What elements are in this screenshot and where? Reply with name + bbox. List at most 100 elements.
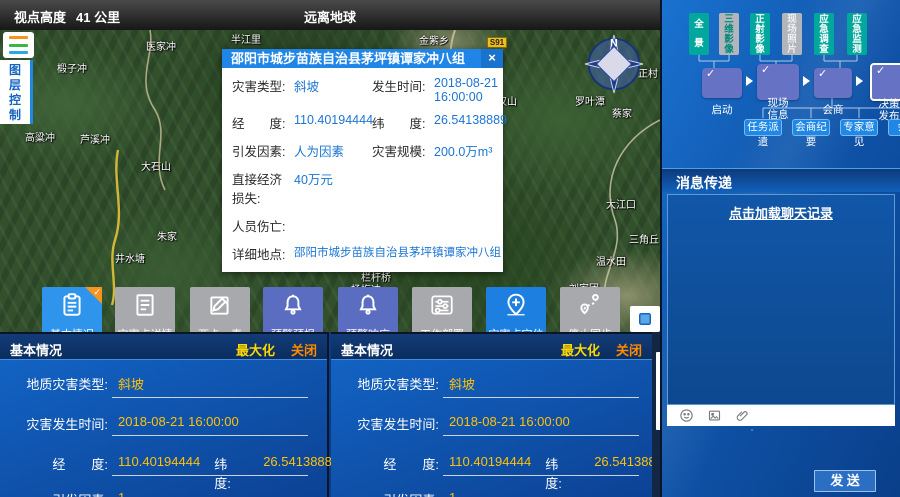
map-place-label: 蔡家 — [612, 105, 632, 120]
menu-hamburger-button[interactable] — [3, 32, 34, 58]
layer-tag-emergency-survey[interactable]: 应 急 调 查 — [814, 13, 834, 55]
basic-info-panel: 基本情况 最大化 关闭 地质灾害类型:斜坡 灾害发生时间:2018-08-21 … — [331, 332, 652, 497]
emoji-icon[interactable] — [679, 408, 694, 423]
flow-node-label: 现场 信息 — [768, 97, 789, 121]
toolbar-warning-forecast-button[interactable]: 预警预报 — [263, 287, 323, 332]
field-label: 地质灾害类型: — [331, 374, 439, 393]
close-button[interactable]: 关闭 — [616, 340, 642, 359]
map-place-label: 椴子冲 — [57, 60, 87, 75]
send-button[interactable]: 发 送 — [814, 470, 876, 492]
toolbar-form-button[interactable]: 两卡一表 — [190, 287, 250, 332]
layer-control-button[interactable]: 图 层 控 制 — [0, 60, 33, 124]
flow-node-start[interactable]: ✓ 启动 — [702, 68, 742, 98]
field-value: 1 — [449, 490, 456, 497]
map-place-label: 半江里 — [231, 31, 261, 46]
flow-arrow-icon — [746, 76, 753, 86]
basic-info-panel: 基本情况 最大化 关闭 地质灾害类型:斜坡 灾害发生时间:2018-08-21 … — [0, 332, 329, 497]
toolbar-warning-response-button[interactable]: 预警响应 — [338, 287, 398, 332]
maximize-button[interactable]: 最大化 — [236, 340, 275, 359]
field-value: 110.40194444 — [294, 113, 372, 127]
field-underline — [443, 397, 639, 398]
panel-body: 地质灾害类型:斜坡 灾害发生时间:2018-08-21 16:00:00 经 度… — [331, 360, 652, 497]
toolbar-stop-sync-button[interactable]: 停止同步 — [560, 287, 620, 332]
edit-icon — [207, 292, 233, 318]
task-dispatch-button[interactable]: 任务派遣 — [744, 119, 782, 136]
popup-close-button[interactable]: × — [481, 49, 503, 68]
compass-rose[interactable]: N — [583, 33, 645, 95]
field-value: 人为因素 — [294, 141, 372, 160]
field-label: 人员伤亡: — [232, 216, 294, 235]
task-consult-button[interactable]: 会商 — [888, 119, 900, 136]
panel-header: 基本情况 最大化 关闭 — [0, 334, 327, 360]
panel-header: 基本情况 最大化 关闭 — [331, 334, 652, 360]
panel-body: 地质灾害类型:斜坡 灾害发生时间:2018-08-21 16:00:00 经 度… — [0, 360, 327, 497]
check-icon: ✓ — [876, 65, 885, 77]
layer-tag-panorama[interactable]: 全 景 — [689, 13, 709, 55]
close-button[interactable]: 关闭 — [291, 340, 317, 359]
attachment-icon[interactable] — [735, 408, 750, 423]
toolbar-extent-button[interactable] — [630, 306, 660, 332]
field-value: 邵阳市城步苗族自治县茅坪镇谭家冲八组 — [294, 244, 501, 260]
hamburger-bar — [9, 51, 28, 54]
field-label: 纬 度: — [214, 454, 253, 492]
toolbar-settings-button[interactable]: 工作部署 — [412, 287, 472, 332]
blue-square-icon — [636, 310, 654, 328]
chat-toolbar — [667, 405, 895, 426]
task-expert-opinion-button[interactable]: 专家意见 — [840, 119, 878, 136]
field-label: 经 度: — [232, 113, 294, 132]
toolbar-disaster-detail-button[interactable]: 灾害点详情 — [115, 287, 175, 332]
document-icon — [132, 292, 158, 318]
field-label: 灾害类型: — [232, 76, 294, 95]
flow-node-decision-publish[interactable]: ✓ 决策 发布 — [870, 63, 900, 101]
field-underline — [112, 475, 308, 476]
map-place-label: 罗叶潭 — [575, 93, 605, 108]
check-badge-icon: ✓ — [85, 287, 102, 304]
field-underline — [112, 397, 308, 398]
map-canvas[interactable]: 椴子冲医家冲半江里金紫乡高粱冲芦溪冲正村罗叶潭蔡家罗汉山大石山朱家井水塘茅坪里栏… — [0, 30, 660, 332]
map-place-label: 温水田 — [596, 253, 626, 268]
field-value: 26.54138889 — [434, 113, 507, 127]
flow-node-consultation[interactable]: ✓ 会商 — [814, 68, 852, 98]
field-value: 斜坡 — [118, 374, 144, 393]
flow-node-site-info[interactable]: ✓ 现场 信息 — [757, 64, 799, 100]
field-label: 发生时间: — [372, 76, 434, 95]
field-label: 经 度: — [331, 454, 439, 492]
message-section-header: 消息传递 — [662, 168, 900, 192]
field-label: 经 度: — [0, 454, 108, 492]
map-place-label: 芦溪冲 — [80, 131, 110, 146]
maximize-button[interactable]: 最大化 — [561, 340, 600, 359]
task-minutes-button[interactable]: 会商纪要 — [792, 119, 830, 136]
field-label: 详细地点: — [232, 244, 294, 263]
field-label: 直接经济损失: — [232, 169, 294, 207]
image-icon[interactable] — [707, 408, 722, 423]
layer-tag-ortho-image[interactable]: 正 射 影 像 — [750, 13, 770, 55]
field-underline — [443, 435, 639, 436]
field-value: 110.40194444 — [118, 454, 200, 492]
viewpoint-height-label: 视点高度 — [14, 7, 66, 26]
load-chat-history-link[interactable]: 点击加载聊天记录 — [668, 203, 894, 222]
compass-north-label: N — [610, 38, 618, 50]
check-icon: ✓ — [706, 68, 715, 80]
map-place-label: 大江口 — [606, 196, 636, 211]
map-place-label: 三角丘 — [629, 231, 659, 246]
layer-tag-3d-image[interactable]: 三 维 影 像 — [719, 13, 739, 55]
earth-status-label: 远离地球 — [304, 7, 356, 26]
field-value: 200.0万m³ — [434, 141, 492, 160]
map-place-label: 医家冲 — [146, 38, 176, 53]
field-value: 斜坡 — [294, 76, 372, 95]
field-value: 110.40194444 — [449, 454, 531, 492]
layer-tag-site-photo[interactable]: 现 场 照 片 — [782, 13, 802, 55]
field-value: 斜坡 — [449, 374, 475, 393]
toolbar-locate-disaster-button[interactable]: 灾害点定位 — [486, 287, 546, 332]
location-pin-icon — [503, 292, 529, 318]
popup-title-bar: 邵阳市城步苗族自治县茅坪镇谭家冲八组 × — [222, 49, 503, 68]
layer-tag-emergency-monitor[interactable]: 应 急 监 测 — [847, 13, 867, 55]
map-place-label: 朱家 — [157, 228, 177, 243]
bell-icon — [355, 292, 381, 318]
chat-history-area[interactable]: 点击加载聊天记录 — [667, 194, 895, 405]
right-panel: 全 景 三 维 影 像 正 射 影 像 现 场 照 片 应 急 调 查 应 急 … — [660, 0, 900, 497]
toolbar-basic-info-button[interactable]: 基本情况 ✓ — [42, 287, 102, 332]
flow-node-label: 会商 — [823, 104, 844, 116]
map-place-label: 大石山 — [141, 158, 171, 173]
popup-body: 灾害类型:斜坡发生时间:2018-08-21 16:00:00 经 度:110.… — [222, 68, 503, 272]
